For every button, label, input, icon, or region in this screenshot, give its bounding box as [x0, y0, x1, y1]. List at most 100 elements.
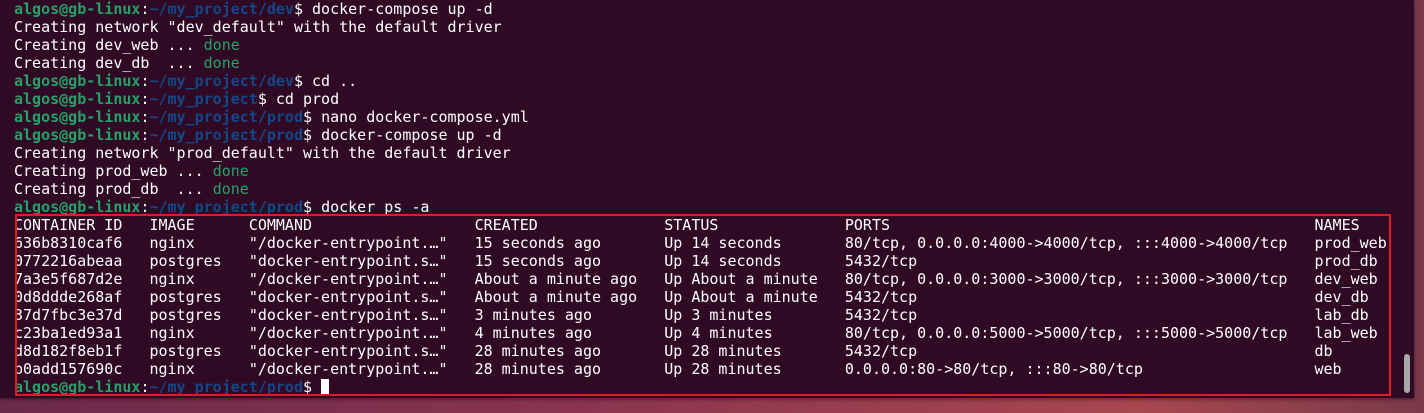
prompt-user: algos@gb-linux	[14, 0, 141, 18]
table-cell: postgres	[149, 342, 249, 360]
table-cell: Up 14 seconds	[664, 252, 845, 270]
table-cell: lab_db	[1314, 306, 1369, 324]
table-cell: "docker-entrypoint.s…"	[248, 252, 475, 270]
prompt-user: algos@gb-linux	[14, 72, 141, 90]
command-text: docker ps -a	[321, 198, 430, 216]
table-cell: 636b8310caf6	[14, 234, 150, 252]
output-line: Creating prod_web ... done	[14, 162, 1387, 180]
table-cell: 0772216abeaa	[14, 252, 150, 270]
output-text: Creating dev_db ...	[14, 54, 204, 72]
table-cell: Up About a minute	[664, 288, 845, 306]
table-cell: 5432/tcp	[844, 306, 1315, 324]
prompt-user: algos@gb-linux	[14, 378, 141, 396]
table-cell: 28 minutes ago	[474, 342, 665, 360]
table-cell: "/docker-entrypoint.…"	[248, 360, 475, 378]
prompt-symbol: $	[303, 378, 322, 396]
table-cell: b0add157690c	[14, 360, 150, 378]
prompt-path: ~/my_project/dev	[149, 0, 294, 18]
table-cell: 0d8ddde268af	[14, 288, 150, 306]
table-cell: 15 seconds ago	[474, 234, 665, 252]
table-row: 37d7fbc3e37d postgres "docker-entrypoint…	[14, 306, 1387, 324]
scrollbar-thumb[interactable]	[1404, 354, 1410, 393]
output-line: Creating prod_db ... done	[14, 180, 1387, 198]
column-header: COMMAND	[248, 216, 475, 234]
prompt-symbol: $	[257, 90, 276, 108]
table-row: 636b8310caf6 nginx "/docker-entrypoint.……	[14, 234, 1387, 252]
prompt-symbol: $	[293, 72, 313, 90]
table-cell: postgres	[149, 306, 249, 324]
table-row: b0add157690c nginx "/docker-entrypoint.……	[14, 360, 1387, 378]
table-cell: "/docker-entrypoint.…"	[248, 270, 475, 288]
command-text: docker-compose up -d	[312, 0, 493, 18]
table-cell: 80/tcp, 0.0.0.0:3000->3000/tcp, :::3000-…	[844, 270, 1315, 288]
table-cell: 5432/tcp	[844, 288, 1315, 306]
table-cell: prod_web	[1314, 234, 1387, 252]
prompt-user: algos@gb-linux	[14, 126, 141, 144]
table-cell: c23ba1ed93a1	[14, 324, 150, 342]
table-cell: web	[1314, 360, 1342, 378]
prompt-user: algos@gb-linux	[14, 198, 141, 216]
prompt-path: ~/my_project	[149, 90, 258, 108]
column-header: IMAGE	[149, 216, 249, 234]
table-cell: "/docker-entrypoint.…"	[248, 234, 475, 252]
table-cell: dev_web	[1314, 270, 1378, 288]
table-row: d8d182f8eb1f postgres "docker-entrypoint…	[14, 342, 1387, 360]
table-cell: "docker-entrypoint.s…"	[248, 306, 475, 324]
output-text: Creating network "prod_default" with the…	[14, 144, 511, 162]
table-cell: "/docker-entrypoint.…"	[248, 324, 475, 342]
prompt-symbol: $	[303, 108, 322, 126]
output-line: Creating dev_db ... done	[14, 54, 1387, 72]
table-cell: About a minute ago	[474, 288, 665, 306]
prompt-symbol: $	[293, 0, 313, 18]
output-text: Creating prod_db ...	[14, 180, 213, 198]
command-text: docker-compose up -d	[321, 126, 502, 144]
table-cell: prod_db	[1314, 252, 1378, 270]
table-cell: nginx	[149, 234, 249, 252]
table-cell: postgres	[149, 252, 249, 270]
cursor	[321, 379, 330, 395]
table-cell: 7a3e5f687d2e	[14, 270, 150, 288]
status-done: done	[212, 180, 249, 198]
table-header: CONTAINER ID IMAGE COMMAND CREATED STATU…	[14, 216, 1387, 234]
table-cell: db	[1314, 342, 1333, 360]
table-cell: About a minute ago	[474, 270, 665, 288]
command-text: cd prod	[275, 90, 340, 108]
table-cell: 37d7fbc3e37d	[14, 306, 150, 324]
table-cell: 3 minutes ago	[474, 306, 665, 324]
prompt-line: algos@gb-linux:~/my_project$ cd prod	[14, 90, 1387, 108]
terminal-output: algos@gb-linux:~/my_project/dev$ docker-…	[14, 0, 1387, 396]
terminal-window[interactable]: algos@gb-linux:~/my_project/dev$ docker-…	[0, 0, 1414, 398]
prompt-path: ~/my_project/prod	[149, 108, 303, 126]
prompt-line: algos@gb-linux:~/my_project/dev$ docker-…	[14, 0, 1387, 18]
output-line: Creating dev_web ... done	[14, 36, 1387, 54]
command-text: nano docker-compose.yml	[321, 108, 529, 126]
table-cell: d8d182f8eb1f	[14, 342, 150, 360]
column-header: CONTAINER ID	[14, 216, 150, 234]
table-cell: nginx	[149, 324, 249, 342]
prompt-path: ~/my_project/prod	[149, 378, 303, 396]
prompt-line: algos@gb-linux:~/my_project/prod$	[14, 378, 1387, 396]
status-done: done	[212, 162, 249, 180]
table-cell: "docker-entrypoint.s…"	[248, 342, 475, 360]
prompt-symbol: $	[303, 198, 322, 216]
table-cell: Up 28 minutes	[664, 360, 845, 378]
table-row: c23ba1ed93a1 nginx "/docker-entrypoint.……	[14, 324, 1387, 342]
column-header: STATUS	[664, 216, 845, 234]
table-cell: 5432/tcp	[844, 252, 1315, 270]
table-cell: dev_db	[1314, 288, 1369, 306]
table-cell: 4 minutes ago	[474, 324, 665, 342]
table-cell: lab_web	[1314, 324, 1378, 342]
column-header: NAMES	[1314, 216, 1360, 234]
table-row: 0772216abeaa postgres "docker-entrypoint…	[14, 252, 1387, 270]
output-line: Creating network "prod_default" with the…	[14, 144, 1387, 162]
table-cell: 28 minutes ago	[474, 360, 665, 378]
prompt-line: algos@gb-linux:~/my_project/dev$ cd ..	[14, 72, 1387, 90]
status-done: done	[203, 54, 240, 72]
command-text: cd ..	[312, 72, 358, 90]
prompt-path: ~/my_project/prod	[149, 198, 303, 216]
table-cell: nginx	[149, 360, 249, 378]
table-row: 0d8ddde268af postgres "docker-entrypoint…	[14, 288, 1387, 306]
status-done: done	[203, 36, 240, 54]
table-cell: 80/tcp, 0.0.0.0:4000->4000/tcp, :::4000-…	[844, 234, 1315, 252]
prompt-user: algos@gb-linux	[14, 90, 141, 108]
